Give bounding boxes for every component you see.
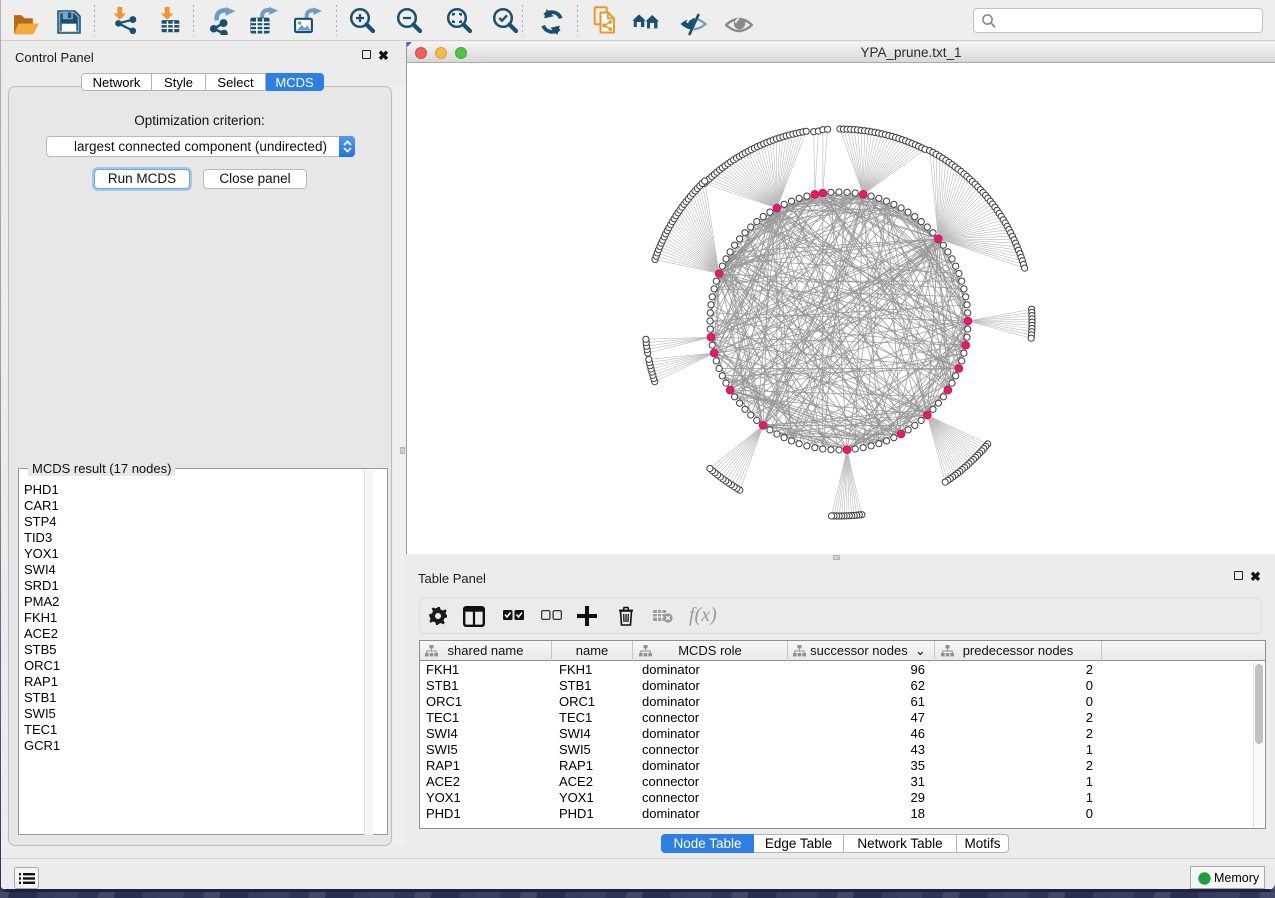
svg-text:f(x): f(x) xyxy=(689,604,717,626)
